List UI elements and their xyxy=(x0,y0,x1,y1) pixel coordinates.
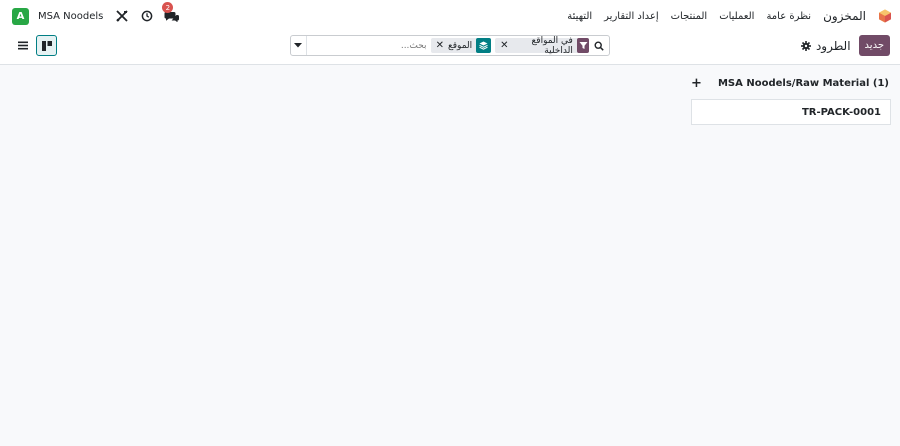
search-input[interactable] xyxy=(306,37,427,54)
new-button[interactable]: جديد xyxy=(858,35,890,56)
breadcrumb: الطرود xyxy=(800,38,851,53)
activity-clock-icon[interactable] xyxy=(139,8,155,24)
kanban-card[interactable]: TR-PACK-0001 xyxy=(691,99,891,125)
gear-icon[interactable] xyxy=(800,40,811,51)
filter-icon xyxy=(576,38,590,53)
kanban-board: + MSA Noodels/Raw Material (1) TR-PACK-0… xyxy=(0,66,900,446)
menu-operations[interactable]: العمليات xyxy=(719,11,754,22)
list-view-button[interactable] xyxy=(12,35,33,56)
menu-overview[interactable]: نظرة عامة xyxy=(766,11,811,22)
navbar-app-menu: المخزون نظرة عامة العمليات المنتجات إعدا… xyxy=(567,9,892,23)
menu-products[interactable]: المنتجات xyxy=(671,11,708,22)
company-switcher[interactable]: MSA Noodels xyxy=(38,11,103,22)
control-panel: في المواقع الداخلية ✕ الموقع ✕ جديد الطر… xyxy=(0,32,900,65)
kanban-view-button[interactable] xyxy=(36,35,57,56)
control-panel-main: جديد الطرود xyxy=(800,35,890,56)
facet-filter-value: في المواقع الداخلية xyxy=(531,35,573,56)
page-title: الطرود xyxy=(815,38,851,53)
navbar-systray: A MSA Noodels 2 xyxy=(12,2,180,25)
debug-tools-icon[interactable] xyxy=(114,8,130,24)
search-facet-filter[interactable]: في المواقع الداخلية ✕ xyxy=(495,35,590,56)
facet-groupby-value: الموقع xyxy=(447,40,473,51)
list-icon xyxy=(17,41,28,50)
facet-remove-icon[interactable]: ✕ xyxy=(435,40,444,51)
search-bar: في المواقع الداخلية ✕ الموقع ✕ xyxy=(290,35,610,56)
layers-icon xyxy=(476,38,492,53)
caret-down-icon xyxy=(294,43,303,48)
user-avatar[interactable]: A xyxy=(12,7,29,25)
menu-reporting[interactable]: إعداد التقارير xyxy=(604,11,658,22)
inventory-app-icon[interactable] xyxy=(878,9,892,23)
kanban-column-header[interactable]: + MSA Noodels/Raw Material (1) xyxy=(691,74,891,92)
top-navbar: A MSA Noodels 2 المخزون نظرة عامة العملي… xyxy=(0,0,900,32)
view-switcher xyxy=(12,35,57,56)
menu-configuration[interactable]: التهيئة xyxy=(567,11,592,22)
column-title: MSA Noodels/Raw Material (1) xyxy=(717,77,889,89)
add-icon[interactable]: + xyxy=(691,76,702,91)
facet-remove-icon[interactable]: ✕ xyxy=(499,40,508,51)
messaging-chat-icon[interactable]: 2 xyxy=(162,2,180,24)
card-title: TR-PACK-0001 xyxy=(801,106,881,118)
search-options-dropdown[interactable] xyxy=(291,36,307,55)
kanban-column: + MSA Noodels/Raw Material (1) TR-PACK-0… xyxy=(691,74,891,125)
kanban-icon xyxy=(41,40,52,51)
search-icon[interactable] xyxy=(592,38,606,54)
app-name[interactable]: المخزون xyxy=(823,9,866,23)
search-facet-groupby[interactable]: الموقع ✕ xyxy=(430,38,492,53)
